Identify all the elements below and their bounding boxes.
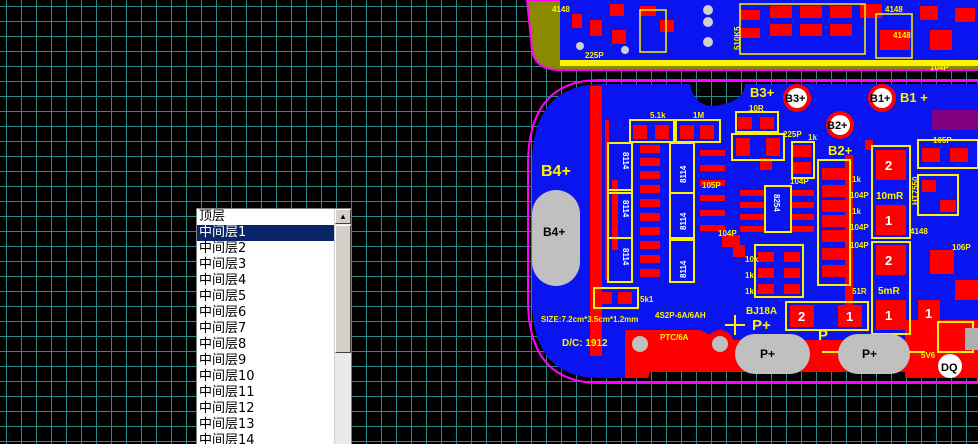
bj18a-label: BJ18A: [746, 306, 777, 317]
r-1k-a-label: 1k: [808, 133, 817, 142]
num-1a: 1: [885, 213, 892, 228]
c-225p-label: 225P: [783, 130, 802, 139]
size-note: SIZE:7.2cm*3.5cm*1.2mm: [541, 315, 638, 324]
ht7550-label: HT7550: [911, 176, 920, 205]
b2-plus-label: B2+: [828, 143, 853, 158]
r-5-1k-label: 5.1k: [650, 111, 666, 120]
top-225p-label: 225P: [585, 51, 604, 60]
num-1c: 1: [846, 309, 853, 324]
layer-list-item[interactable]: 中间层13: [197, 417, 336, 433]
layer-list-item[interactable]: 中间层11: [197, 385, 336, 401]
b4-pad-label: B4+: [543, 225, 565, 239]
ic-8114-c-label: 8114: [621, 248, 630, 266]
layer-list-item[interactable]: 中间层5: [197, 289, 336, 305]
d-4148-label: 4148: [910, 227, 928, 236]
ic-8114-f-label: 8114: [679, 260, 688, 278]
layer-list-item[interactable]: 中间层3: [197, 257, 336, 273]
top-board: 4148 510K5 4148 4148 225P 104P: [525, 0, 978, 72]
layer-list-item[interactable]: 中间层12: [197, 401, 336, 417]
layer-list-item[interactable]: 中间层9: [197, 353, 336, 369]
p-minus-label: P: [818, 327, 828, 344]
r-1k-e-label: 1k: [745, 287, 754, 296]
r-1k-d-label: 1k: [745, 271, 754, 280]
p-plus-label: P+: [752, 317, 771, 334]
date-note: D/C: 1912: [562, 338, 608, 349]
b3-plus-label: B3+: [750, 85, 775, 100]
r-10r-label: 10R: [749, 104, 764, 113]
r-5k1-label: 5k1: [640, 295, 654, 304]
r-10k-label: 10k: [745, 255, 759, 264]
r-1m-label: 1M: [693, 111, 704, 120]
num-1b: 1: [885, 308, 892, 323]
layer-list-item[interactable]: 中间层10: [197, 369, 336, 385]
num-1d: 1: [925, 306, 932, 321]
top-4148-b-label: 4148: [885, 5, 903, 14]
b1-plus-label: B1 +: [900, 90, 928, 105]
layer-list-item[interactable]: 中间层14: [197, 433, 336, 444]
c-106p-label: 106P: [952, 243, 971, 252]
layer-list-item[interactable]: 中间层7: [197, 321, 336, 337]
c-104p-e-label: 104P: [718, 229, 737, 238]
ic-8114-e-label: 8114: [679, 212, 688, 230]
layer-list-item[interactable]: 中间层8: [197, 337, 336, 353]
c-105p-label: 105P: [702, 181, 721, 190]
c-104p-b-label: 104P: [850, 191, 869, 200]
layer-list-item[interactable]: 中间层4: [197, 273, 336, 289]
layer-dropdown-list[interactable]: 顶层 中间层1 中间层2 中间层3 中间层4 中间层5 中间层6 中间层7 中间层8 中间层9 中间…: [196, 208, 352, 444]
r-1k-b-label: 1k: [852, 175, 861, 184]
c-104p-a-label: 104P: [790, 177, 809, 186]
5v6-label: 5V6: [921, 351, 936, 360]
layer-items: 顶层 中间层1 中间层2 中间层3 中间层4 中间层5 中间层6 中间层7 中间层8 中间层9 中间…: [197, 209, 336, 444]
r-10mr-label: 10mR: [876, 191, 904, 202]
top-4148-label: 4148: [552, 5, 570, 14]
c-104p-c-label: 104P: [850, 223, 869, 232]
b1-pad-label: B1+: [870, 93, 891, 105]
top-4148-c-label: 4148: [893, 31, 911, 40]
layer-list-item[interactable]: 中间层2: [197, 241, 336, 257]
c-104p-d-label: 104P: [850, 241, 869, 250]
num-2c: 2: [798, 309, 805, 324]
top-104p-label: 104P: [930, 63, 949, 72]
p-plus-pad-label: P+: [760, 347, 775, 361]
b3-pad-label: B3+: [785, 93, 806, 105]
ic-8114-d-label: 8114: [679, 165, 688, 183]
r-1k-c-label: 1k: [852, 207, 861, 216]
layer-list-item[interactable]: 中间层1: [197, 225, 336, 241]
layer-list-item[interactable]: 中间层6: [197, 305, 336, 321]
layer-list-scrollbar[interactable]: ▲: [334, 209, 351, 444]
scroll-thumb[interactable]: [335, 225, 351, 353]
num-2b: 2: [885, 253, 892, 268]
b2-pad-label: B2+: [827, 120, 848, 132]
ptc-label: PTC/6A: [660, 333, 689, 342]
pcb-board-view[interactable]: 4148 510K5 4148 4148 225P 104P B4+ B4+ B…: [0, 0, 978, 444]
b4-plus-label: B4+: [541, 163, 571, 180]
num-2a: 2: [885, 158, 892, 173]
top-510k-label: 510K5: [733, 26, 742, 50]
ic-8114-a-label: 8114: [621, 152, 630, 170]
model-note: 4S2P-6A/6AH: [655, 311, 706, 320]
dq-label: DQ: [941, 362, 958, 374]
p-minus-pad-label: P+: [862, 347, 877, 361]
scroll-up-button[interactable]: ▲: [335, 209, 351, 224]
r-51r-label: 51R: [852, 287, 867, 296]
ic-8254-label: 8254: [772, 194, 781, 212]
c-105p-r-label: 105P: [933, 136, 952, 145]
layer-list-item[interactable]: 顶层: [197, 209, 336, 225]
ic-8114-b-label: 8114: [621, 200, 630, 218]
r-5mr-label: 5mR: [878, 286, 900, 297]
